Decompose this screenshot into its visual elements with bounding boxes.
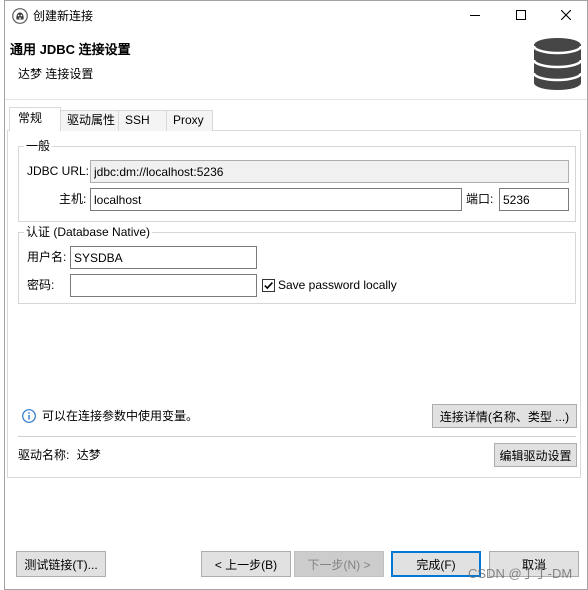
connection-details-button-label: 连接详情(名称、类型 ...) [439, 409, 570, 424]
header-title: 通用 JDBC 连接设置 [10, 42, 131, 57]
tab-label: SSH [125, 113, 150, 127]
host-label: 主机: [59, 192, 87, 206]
jdbc-url-label: JDBC URL: [27, 164, 90, 178]
next-label: 下一步(N) > [307, 557, 371, 572]
checkmark-icon [264, 282, 273, 290]
window-title: 创建新连接 [33, 9, 94, 23]
port-label: 端口: [466, 192, 494, 206]
general-group-legend: 一般 [24, 139, 53, 153]
database-icon [532, 37, 583, 91]
maximize-button[interactable] [498, 1, 544, 31]
jdbc-url-field[interactable] [90, 160, 569, 183]
auth-group-legend: 认证 (Database Native) [24, 225, 153, 239]
tab-label: 常规 [18, 111, 43, 125]
edit-driver-settings-label: 编辑驱动设置 [499, 448, 572, 463]
edit-driver-settings-button[interactable]: 编辑驱动设置 [494, 443, 577, 467]
host-input[interactable] [90, 188, 462, 211]
driver-name-label: 驱动名称: [18, 448, 70, 462]
tab-label: 驱动属性 [67, 113, 116, 127]
next-button[interactable]: 下一步(N) > [294, 551, 384, 577]
info-icon [22, 409, 36, 423]
close-button[interactable] [544, 1, 587, 31]
header-subtitle: 达梦 连接设置 [18, 67, 94, 81]
save-password-checkbox[interactable] [262, 279, 275, 292]
username-input[interactable] [70, 246, 257, 269]
header-separator [5, 99, 587, 100]
driver-name-row: 驱动名称: 达梦 [18, 448, 101, 462]
tab-ssh[interactable]: SSH [118, 110, 167, 131]
variables-hint: 可以在连接参数中使用变量。 [42, 409, 199, 423]
test-connection-button[interactable]: 测试链接(T)... [16, 551, 106, 577]
tab-proxy[interactable]: Proxy [166, 110, 213, 131]
save-password-label[interactable]: Save password locally [278, 278, 397, 292]
minimize-button[interactable] [452, 1, 498, 31]
connection-details-button[interactable]: 连接详情(名称、类型 ...) [432, 404, 577, 428]
driver-name-value: 达梦 [76, 448, 101, 462]
port-input[interactable] [499, 188, 569, 211]
test-connection-label: 测试链接(T)... [24, 557, 98, 572]
back-button[interactable]: < 上一步(B) [201, 551, 291, 577]
minimize-icon [470, 9, 480, 23]
tab-label: Proxy [173, 113, 204, 127]
close-icon [560, 9, 571, 23]
username-label: 用户名: [27, 250, 67, 264]
dbeaver-icon [12, 8, 28, 24]
maximize-icon [516, 9, 526, 23]
back-label: < 上一步(B) [214, 557, 278, 572]
password-input[interactable] [70, 274, 257, 297]
tab-general[interactable]: 常规 [9, 107, 61, 131]
finish-label: 完成(F) [416, 557, 456, 572]
separator [18, 436, 576, 437]
tab-driver-properties[interactable]: 驱动属性 [60, 110, 119, 131]
password-label: 密码: [27, 278, 55, 292]
watermark: CSDN @丁丁-DM [468, 566, 573, 581]
